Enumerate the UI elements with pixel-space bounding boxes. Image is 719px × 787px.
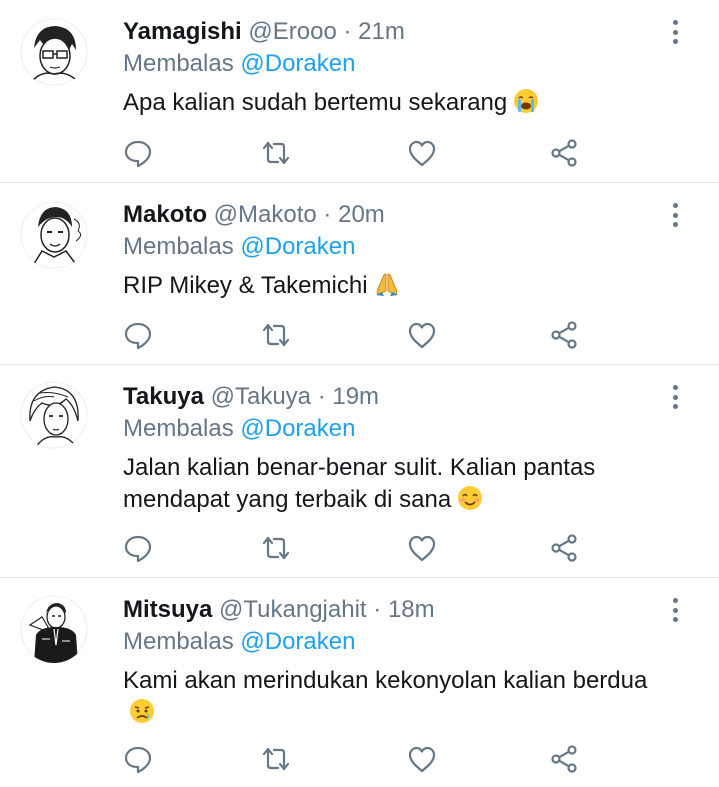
avatar[interactable] (20, 18, 88, 86)
tweet-actions (123, 744, 583, 774)
author-handle[interactable]: @Tukangjahit (219, 596, 367, 623)
reply-prefix: Membalas (123, 415, 234, 442)
reply-prefix: Membalas (123, 628, 234, 655)
smiling-face-icon (458, 486, 483, 510)
reply-icon[interactable] (123, 320, 153, 350)
tweet-text: RIP Mikey & Takemichi (123, 270, 659, 302)
tweet-text: Apa kalian sudah bertemu sekarang (123, 87, 659, 119)
reply-context: Membalas @Doraken (123, 232, 659, 262)
author-handle[interactable]: @Makoto (214, 201, 317, 228)
reply-context: Membalas @Doraken (123, 627, 659, 657)
author-name[interactable]: Mitsuya (123, 596, 212, 623)
tweet-content: Makoto @Makoto · 20m Membalas @Doraken R… (123, 200, 659, 302)
tweet-content: Takuya @Takuya · 19m Membalas @Doraken J… (123, 382, 659, 516)
reply-prefix: Membalas (123, 50, 234, 77)
reply-icon[interactable] (123, 138, 153, 168)
tweet-text-content: Jalan kalian benar-benar sulit. Kalian p… (123, 454, 596, 513)
tweet[interactable]: Makoto @Makoto · 20m Membalas @Doraken R… (0, 183, 719, 365)
reply-mention[interactable]: @Doraken (240, 50, 355, 77)
author-handle[interactable]: @Erooo (248, 18, 336, 45)
avatar-image (20, 201, 88, 269)
retweet-icon[interactable] (261, 320, 291, 350)
tweet-header: Yamagishi @Erooo · 21m (123, 17, 659, 47)
share-icon[interactable] (549, 744, 579, 774)
like-icon[interactable] (407, 320, 437, 350)
reply-prefix: Membalas (123, 233, 234, 260)
timestamp[interactable]: 20m (338, 201, 385, 228)
tweet-actions (123, 533, 583, 563)
reply-mention[interactable]: @Doraken (240, 415, 355, 442)
avatar[interactable] (20, 595, 88, 663)
retweet-icon[interactable] (261, 138, 291, 168)
tweet-actions (123, 320, 583, 350)
separator: · (323, 201, 332, 228)
timestamp[interactable]: 19m (332, 383, 379, 410)
tweet[interactable]: Takuya @Takuya · 19m Membalas @Doraken J… (0, 365, 719, 578)
like-icon[interactable] (407, 744, 437, 774)
separator: · (343, 18, 352, 45)
avatar-image (20, 381, 88, 449)
reply-icon[interactable] (123, 744, 153, 774)
avatar[interactable] (20, 381, 88, 449)
tweet-text-content: RIP Mikey & Takemichi (123, 272, 368, 299)
author-handle[interactable]: @Takuya (211, 383, 311, 410)
tweet-text: Kami akan merindukan kekonyolan kalian b… (123, 665, 659, 729)
timestamp[interactable]: 18m (388, 596, 435, 623)
reply-mention[interactable]: @Doraken (240, 233, 355, 260)
more-options-icon[interactable] (665, 596, 685, 624)
share-icon[interactable] (549, 138, 579, 168)
like-icon[interactable] (407, 138, 437, 168)
separator: · (317, 383, 326, 410)
reply-context: Membalas @Doraken (123, 49, 659, 79)
more-options-icon[interactable] (665, 18, 685, 46)
tweet-actions (123, 138, 583, 168)
share-icon[interactable] (549, 533, 579, 563)
reply-icon[interactable] (123, 533, 153, 563)
author-name[interactable]: Takuya (123, 383, 204, 410)
reply-feed: Yamagishi @Erooo · 21m Membalas @Doraken… (0, 0, 719, 787)
avatar-image (20, 595, 88, 663)
retweet-icon[interactable] (261, 744, 291, 774)
folded-hands-icon (375, 273, 398, 296)
tweet-text: Jalan kalian benar-benar sulit. Kalian p… (123, 452, 659, 516)
author-name[interactable]: Makoto (123, 201, 207, 228)
tweet[interactable]: Yamagishi @Erooo · 21m Membalas @Doraken… (0, 0, 719, 183)
tweet-text-content: Kami akan merindukan kekonyolan kalian b… (123, 667, 648, 694)
separator: · (373, 596, 382, 623)
tweet-header: Takuya @Takuya · 19m (123, 382, 659, 412)
tweet-header: Makoto @Makoto · 20m (123, 200, 659, 230)
loudly-crying-face-icon (514, 89, 539, 113)
author-name[interactable]: Yamagishi (123, 18, 242, 45)
tweet[interactable]: Mitsuya @Tukangjahit · 18m Membalas @Dor… (0, 578, 719, 787)
like-icon[interactable] (407, 533, 437, 563)
reply-context: Membalas @Doraken (123, 414, 659, 444)
more-options-icon[interactable] (665, 383, 685, 411)
avatar[interactable] (20, 201, 88, 269)
tweet-text-content: Apa kalian sudah bertemu sekarang (123, 89, 508, 116)
tweet-header: Mitsuya @Tukangjahit · 18m (123, 595, 659, 625)
reply-mention[interactable]: @Doraken (240, 628, 355, 655)
share-icon[interactable] (549, 320, 579, 350)
retweet-icon[interactable] (261, 533, 291, 563)
sad-face-icon (130, 699, 154, 723)
tweet-content: Mitsuya @Tukangjahit · 18m Membalas @Dor… (123, 595, 659, 729)
tweet-content: Yamagishi @Erooo · 21m Membalas @Doraken… (123, 17, 659, 119)
avatar-image (20, 18, 88, 86)
timestamp[interactable]: 21m (358, 18, 405, 45)
more-options-icon[interactable] (665, 201, 685, 229)
